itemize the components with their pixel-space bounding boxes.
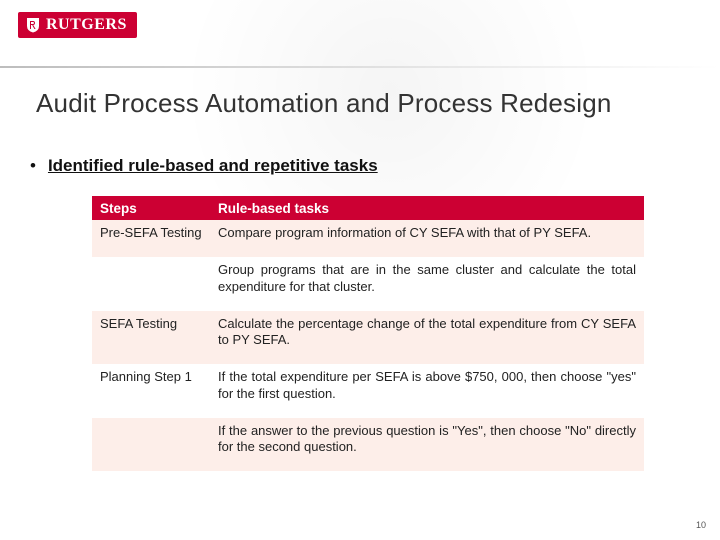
cell-task: If the total expenditure per SEFA is abo…	[210, 364, 644, 418]
cell-step: Planning Step 1	[92, 364, 210, 418]
cell-step	[92, 257, 210, 311]
table-row: SEFA Testing Calculate the percentage ch…	[92, 311, 644, 365]
bullet-text: Identified rule-based and repetitive tas…	[48, 156, 378, 176]
cell-task: Compare program information of CY SEFA w…	[210, 220, 644, 257]
table-row: If the answer to the previous question i…	[92, 418, 644, 472]
shield-icon	[26, 17, 40, 33]
cell-step: SEFA Testing	[92, 311, 210, 365]
table-header-steps: Steps	[92, 196, 210, 220]
cell-step	[92, 418, 210, 472]
brand-logo: RUTGERS	[18, 12, 137, 38]
bullet-item: • Identified rule-based and repetitive t…	[30, 156, 378, 176]
bullet-marker: •	[30, 157, 36, 174]
cell-task: Calculate the percentage change of the t…	[210, 311, 644, 365]
page-number: 10	[696, 520, 706, 530]
table-row: Group programs that are in the same clus…	[92, 257, 644, 311]
table-row: Pre-SEFA Testing Compare program informa…	[92, 220, 644, 257]
table-header-row: Steps Rule-based tasks	[92, 196, 644, 220]
table-row: Planning Step 1 If the total expenditure…	[92, 364, 644, 418]
cell-step: Pre-SEFA Testing	[92, 220, 210, 257]
header-divider	[0, 66, 720, 68]
slide: RUTGERS Audit Process Automation and Pro…	[0, 0, 720, 540]
table-header-tasks: Rule-based tasks	[210, 196, 644, 220]
cell-task: If the answer to the previous question i…	[210, 418, 644, 472]
tasks-table: Steps Rule-based tasks Pre-SEFA Testing …	[92, 196, 644, 471]
slide-title: Audit Process Automation and Process Red…	[36, 88, 612, 119]
cell-task: Group programs that are in the same clus…	[210, 257, 644, 311]
logo-badge: RUTGERS	[18, 12, 137, 38]
logo-text: RUTGERS	[46, 16, 127, 34]
